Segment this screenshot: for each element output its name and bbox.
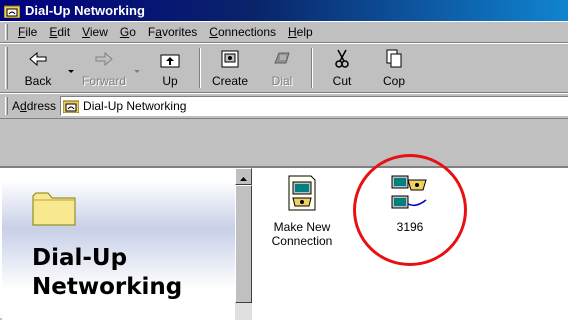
- dial-label: Dial: [271, 74, 293, 88]
- forward-dropdown[interactable]: [130, 44, 144, 92]
- forward-button[interactable]: Forward: [78, 44, 130, 92]
- menu-file[interactable]: File: [12, 25, 43, 39]
- forward-arrow-icon: [93, 49, 115, 72]
- create-connection-icon: [219, 49, 241, 72]
- copy-button[interactable]: Cop: [368, 44, 420, 92]
- pane-scrollbar[interactable]: [235, 168, 252, 320]
- address-label: Address: [12, 99, 57, 113]
- chevron-down-icon: [68, 63, 74, 77]
- arrow-up-icon: [240, 170, 247, 184]
- back-arrow-icon: [27, 49, 49, 72]
- toolbar-grip[interactable]: [5, 47, 8, 89]
- menu-go[interactable]: Go: [114, 25, 142, 39]
- window-title: Dial-Up Networking: [25, 3, 145, 18]
- web-view-pane: Dial-Up Networking: [2, 168, 252, 320]
- phone-icon: [271, 49, 293, 72]
- back-label: Back: [24, 74, 52, 88]
- folder-view: Dial-Up Networking Make New Connection 3…: [0, 154, 568, 320]
- create-button[interactable]: Create: [204, 44, 256, 92]
- menu-connections[interactable]: Connections: [203, 25, 282, 39]
- menu-favorites[interactable]: Favorites: [142, 25, 203, 39]
- pane-title: Dial-Up Networking: [32, 244, 182, 302]
- menu-edit[interactable]: Edit: [43, 25, 76, 39]
- connection-label: 3196: [396, 220, 424, 234]
- address-grip[interactable]: [5, 97, 8, 115]
- create-label: Create: [211, 74, 249, 88]
- scissors-icon: [331, 49, 353, 72]
- make-new-connection-label: Make New Connection: [271, 220, 333, 248]
- back-button[interactable]: Back: [12, 44, 64, 92]
- toolbar-separator: [311, 48, 313, 88]
- menu-help[interactable]: Help: [282, 25, 319, 39]
- connection-3196-item[interactable]: 3196: [370, 174, 450, 234]
- folder-icon: [32, 188, 76, 229]
- cut-button[interactable]: Cut: [316, 44, 368, 92]
- dial-button[interactable]: Dial: [256, 44, 308, 92]
- up-label: Up: [162, 74, 178, 88]
- forward-label: Forward: [81, 74, 126, 88]
- menu-view[interactable]: View: [76, 25, 114, 39]
- pane-title-line1: Dial-Up: [32, 245, 128, 271]
- address-bar: Address Dial-Up Networking: [0, 93, 568, 119]
- toolbar-separator: [199, 48, 201, 88]
- dialup-folder-icon: [4, 4, 20, 18]
- cut-label: Cut: [332, 74, 352, 88]
- copy-icon: [383, 49, 405, 72]
- dialup-connection-icon: [390, 174, 430, 215]
- address-input[interactable]: Dial-Up Networking: [60, 96, 568, 116]
- pane-title-line2: Networking: [32, 274, 183, 300]
- title-bar[interactable]: Dial-Up Networking: [0, 0, 568, 21]
- icon-area: Make New Connection 3196: [252, 154, 568, 320]
- menu-grip[interactable]: [5, 24, 8, 40]
- copy-label: Cop: [382, 74, 405, 88]
- address-value: Dial-Up Networking: [83, 99, 187, 113]
- make-new-connection-icon: [285, 174, 319, 215]
- menu-bar: File Edit View Go Favorites Connections …: [0, 21, 568, 43]
- scroll-thumb[interactable]: [235, 185, 252, 303]
- up-button[interactable]: Up: [144, 44, 196, 92]
- back-dropdown[interactable]: [64, 44, 78, 92]
- make-new-connection-item[interactable]: Make New Connection: [262, 174, 342, 248]
- chevron-down-icon: [134, 63, 140, 77]
- toolbar: Back Forward Up Create Dial Cut Cop: [0, 43, 568, 93]
- dialup-folder-icon: [63, 99, 80, 113]
- scroll-up-button[interactable]: [235, 168, 252, 185]
- up-folder-icon: [159, 49, 181, 72]
